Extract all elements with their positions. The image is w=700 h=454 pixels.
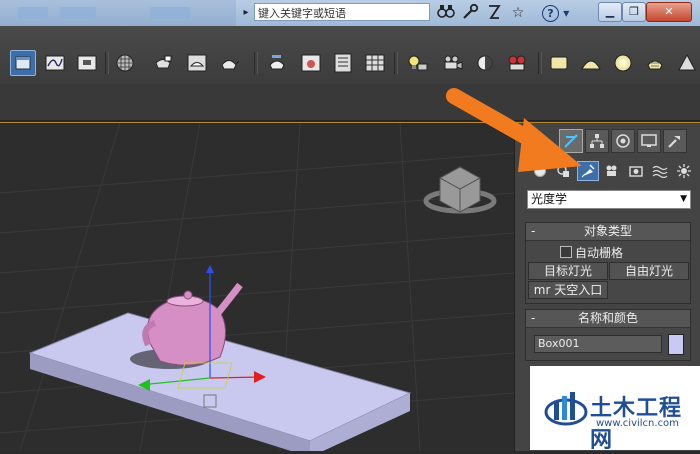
annotation-arrow [446, 88, 582, 172]
title-bar-quick-access [0, 0, 236, 26]
object-color-swatch[interactable] [668, 334, 684, 355]
title-bar: ▸ 键入关键字或短语 ☆ ? ▾ ▁ ❐ ✕ [0, 0, 700, 26]
video-post-icon[interactable] [504, 50, 530, 76]
tools-icon[interactable] [460, 3, 480, 23]
render-frame-window-icon[interactable] [298, 50, 324, 76]
camera-icon[interactable] [440, 50, 466, 76]
object-type-header[interactable]: - 对象类型 [526, 223, 690, 241]
systems-icon[interactable] [673, 161, 695, 181]
viewport-shading-icon[interactable] [546, 50, 572, 76]
restore-button[interactable]: ❐ [622, 2, 646, 22]
render-effects-icon[interactable] [472, 50, 498, 76]
scene-explorer-icon[interactable] [10, 50, 36, 76]
watermark-url: www.civilcn.com [596, 418, 679, 429]
object-name-field[interactable]: Box001 [534, 335, 662, 353]
toolbar-divider [538, 52, 542, 74]
main-toolbar [0, 26, 700, 85]
autogrid-checkbox[interactable]: 自动栅格 [560, 245, 623, 261]
light-bulb-icon[interactable] [404, 50, 430, 76]
sphere-icon[interactable] [610, 50, 636, 76]
display-tab-icon[interactable] [637, 129, 661, 153]
motion-tab-icon[interactable] [611, 129, 635, 153]
category-dropdown[interactable]: 光度学 ▼ [527, 190, 691, 209]
perspective-viewport[interactable] [0, 122, 514, 451]
toolbar-divider [105, 52, 109, 74]
watermark: 土木工程网 www.civilcn.com [530, 366, 700, 453]
blurred-tab [60, 7, 96, 19]
watermark-logo [544, 392, 588, 426]
teapot-render-icon[interactable] [264, 50, 290, 76]
toolbar-divider [394, 52, 398, 74]
viewport-scene [0, 123, 514, 451]
grid-view-icon[interactable] [362, 50, 388, 76]
star-icon[interactable]: ☆ [508, 3, 528, 23]
rendered-frame-icon[interactable] [184, 50, 210, 76]
object-type-rollout: - 对象类型 自动栅格 目标灯光 自由灯光 mr 天空入口 [525, 222, 691, 304]
object-type-title: 对象类型 [583, 224, 632, 238]
dome-icon[interactable] [578, 50, 604, 76]
expand-arrow-icon[interactable]: ▸ [240, 4, 252, 22]
target-light-button[interactable]: 目标灯光 [528, 262, 608, 280]
helpers-icon[interactable] [625, 161, 647, 181]
schematic-view-icon[interactable] [74, 50, 100, 76]
help-icon: ? [542, 5, 559, 22]
help-button[interactable]: ? ▾ [540, 3, 574, 23]
dropdown-arrow-icon: ▼ [680, 194, 687, 204]
name-color-header[interactable]: - 名称和颜色 [526, 310, 690, 328]
material-editor-icon[interactable] [112, 50, 138, 76]
name-color-rollout: - 名称和颜色 Box001 [525, 309, 691, 361]
collapse-icon: - [531, 224, 536, 238]
teapot-shaded-icon[interactable] [642, 50, 668, 76]
curve-editor-icon[interactable] [42, 50, 68, 76]
binoculars-icon[interactable] [436, 3, 456, 23]
cameras-icon[interactable] [601, 161, 623, 181]
cone-icon[interactable] [674, 50, 700, 76]
mr-sky-portal-button[interactable]: mr 天空入口 [528, 281, 608, 299]
close-button[interactable]: ✕ [646, 2, 692, 22]
minimize-button[interactable]: ▁ [598, 2, 622, 22]
chevron-down-icon: ▾ [563, 6, 570, 20]
connect-icon[interactable] [484, 3, 504, 23]
toolbar-divider [254, 52, 258, 74]
blurred-tab [18, 7, 48, 19]
category-value: 光度学 [531, 192, 568, 206]
collapse-icon: - [531, 311, 536, 325]
name-color-title: 名称和颜色 [577, 311, 638, 325]
blurred-tab [150, 7, 190, 19]
search-input[interactable]: 键入关键字或短语 [254, 3, 430, 21]
render-setup-icon[interactable] [150, 50, 176, 76]
list-view-icon[interactable] [330, 50, 356, 76]
checkbox-icon [560, 246, 572, 258]
space-warps-icon[interactable] [649, 161, 671, 181]
free-light-button[interactable]: 自由灯光 [609, 262, 689, 280]
utilities-tab-icon[interactable] [663, 129, 687, 153]
autogrid-label: 自动栅格 [575, 246, 624, 260]
render-teapot-icon[interactable] [216, 50, 242, 76]
